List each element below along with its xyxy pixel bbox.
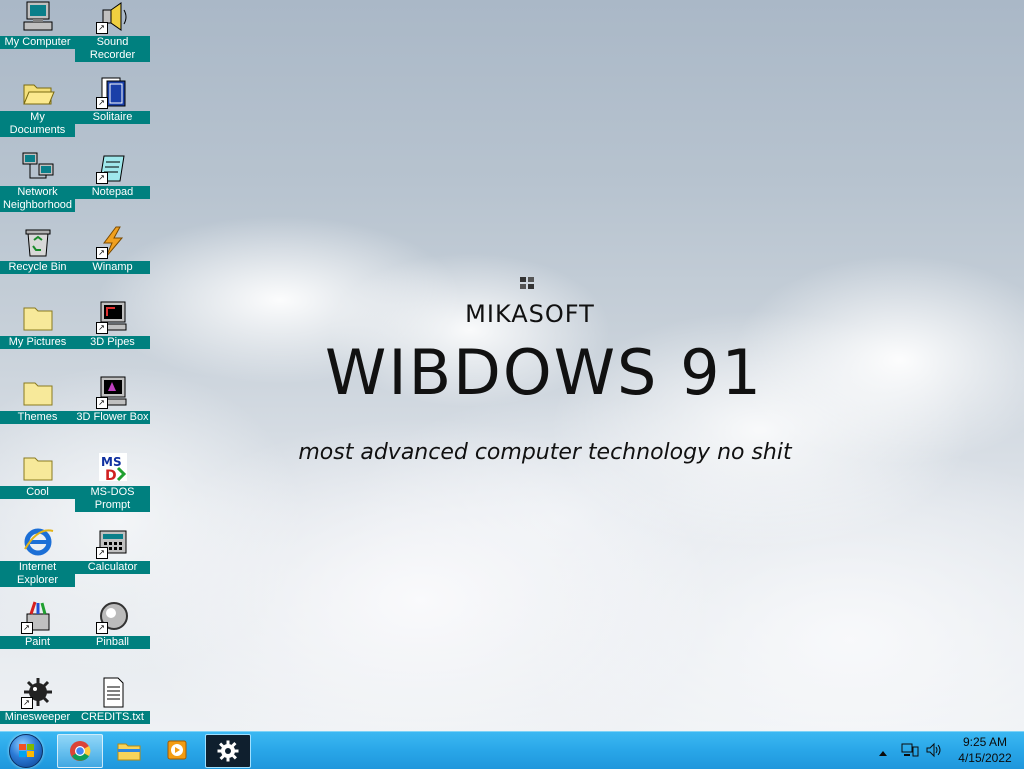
desktop-icon-label: Network Neighborhood — [0, 186, 75, 212]
start-orb-icon — [9, 734, 43, 768]
desktop-icon-my-computer[interactable]: My Computer — [0, 0, 75, 49]
desktop-icon-calculator[interactable]: ↗ Calculator — [75, 525, 150, 574]
winamp-icon: ↗ — [95, 225, 130, 259]
desktop-icon-label: My Computer — [0, 36, 75, 49]
shortcut-arrow-icon: ↗ — [95, 622, 108, 634]
desktop-icon-label: Notepad — [75, 186, 150, 199]
flag-piece — [27, 751, 34, 757]
shortcut-arrow-icon: ↗ — [95, 22, 108, 34]
desktop-icon-label: Internet Explorer — [0, 561, 75, 587]
shortcut-arrow-icon: ↗ — [95, 97, 108, 109]
calculator-icon: ↗ — [95, 525, 130, 559]
taskbar-file-explorer-button[interactable] — [107, 734, 151, 766]
desktop-icon-label: Cool — [0, 486, 75, 499]
desktop-icon-pinball[interactable]: ↗ Pinball — [75, 600, 150, 649]
shortcut-arrow-icon: ↗ — [95, 547, 108, 559]
desktop-icon-winamp[interactable]: ↗ Winamp — [75, 225, 150, 274]
shortcut-arrow-icon: ↗ — [95, 247, 108, 259]
splash-tagline: most advanced computer technology no shi… — [298, 440, 792, 465]
shortcut-arrow-icon: ↗ — [95, 172, 108, 184]
internet-explorer-icon — [21, 525, 55, 559]
system-tray: 9:25 AM 4/15/2022 — [872, 732, 1024, 769]
text-file-icon — [96, 675, 130, 709]
desktop-icon-network-neighborhood[interactable]: Network Neighborhood — [0, 150, 75, 212]
solitaire-icon: ↗ — [95, 75, 130, 109]
gear-icon — [217, 740, 239, 767]
sound-recorder-icon: ↗ — [95, 0, 130, 34]
folder-open-icon — [21, 75, 55, 109]
desktop-icon-label: Paint — [0, 636, 75, 649]
desktop-icon-label: Calculator — [75, 561, 150, 574]
clock-time[interactable]: 9:25 AM — [952, 735, 1018, 749]
my-computer-icon — [21, 0, 55, 34]
shortcut-arrow-icon: ↗ — [20, 697, 33, 709]
desktop-icon-label: 3D Flower Box — [75, 411, 150, 424]
file-explorer-icon — [117, 740, 141, 767]
desktop-icon-label: Minesweeper — [0, 711, 75, 724]
flag-piece — [27, 744, 34, 750]
pinball-icon: ↗ — [95, 600, 130, 634]
svg-text:D: D — [105, 468, 117, 484]
shortcut-arrow-icon: ↗ — [20, 622, 33, 634]
notepad-icon: ↗ — [95, 150, 130, 184]
desktop: My Computer My Documents Network Neighbo… — [0, 0, 1024, 731]
desktop-icon-my-documents[interactable]: My Documents — [0, 75, 75, 137]
desktop-icon-label: Themes — [0, 411, 75, 424]
minesweeper-icon: ↗ — [20, 675, 55, 709]
desktop-icon-label: Pinball — [75, 636, 150, 649]
desktop-icon-notepad[interactable]: ↗ Notepad — [75, 150, 150, 199]
desktop-icon-internet-explorer[interactable]: Internet Explorer — [0, 525, 75, 587]
desktop-icon-solitaire[interactable]: ↗ Solitaire — [75, 75, 150, 124]
media-player-icon — [167, 739, 189, 766]
desktop-icon-label: My Documents — [0, 111, 75, 137]
flag-piece — [19, 751, 26, 757]
desktop-icon-label: Solitaire — [75, 111, 150, 124]
desktop-icon-label: MS-DOS Prompt — [75, 486, 150, 512]
desktop-icon-minesweeper[interactable]: ↗ Minesweeper — [0, 675, 75, 724]
desktop-icon-paint[interactable]: ↗ Paint — [0, 600, 75, 649]
desktop-icon-label: Recycle Bin — [0, 261, 75, 274]
start-button[interactable] — [4, 733, 50, 768]
desktop-icon-label: Winamp — [75, 261, 150, 274]
windows-flag-icon — [519, 276, 535, 290]
desktop-icon-credits-txt[interactable]: CREDITS.txt — [75, 675, 150, 724]
desktop-icon-label: Sound Recorder — [75, 36, 150, 62]
desktop-icon-sound-recorder[interactable]: ↗ Sound Recorder — [75, 0, 150, 62]
recycle-bin-icon — [21, 225, 55, 259]
network-icon[interactable] — [901, 741, 919, 764]
taskbar-chrome-button[interactable] — [57, 734, 103, 768]
flag-piece — [19, 744, 26, 750]
taskbar-media-player-button[interactable] — [156, 734, 200, 766]
desktop-icon-label: CREDITS.txt — [75, 711, 150, 724]
taskbar: 9:25 AM 4/15/2022 — [0, 731, 1024, 769]
paint-icon: ↗ — [20, 600, 55, 634]
chevron-up-icon[interactable] — [878, 744, 888, 762]
chrome-icon — [69, 740, 91, 767]
volume-icon[interactable] — [925, 741, 943, 764]
taskbar-settings-button[interactable] — [205, 734, 251, 768]
splash-company: MIKASOFT — [465, 300, 595, 328]
desktop-icon-recycle-bin[interactable]: Recycle Bin — [0, 225, 75, 274]
clock-date[interactable]: 4/15/2022 — [952, 751, 1018, 765]
network-icon — [21, 150, 55, 184]
splash-title: WIBDOWS 91 — [325, 336, 763, 409]
